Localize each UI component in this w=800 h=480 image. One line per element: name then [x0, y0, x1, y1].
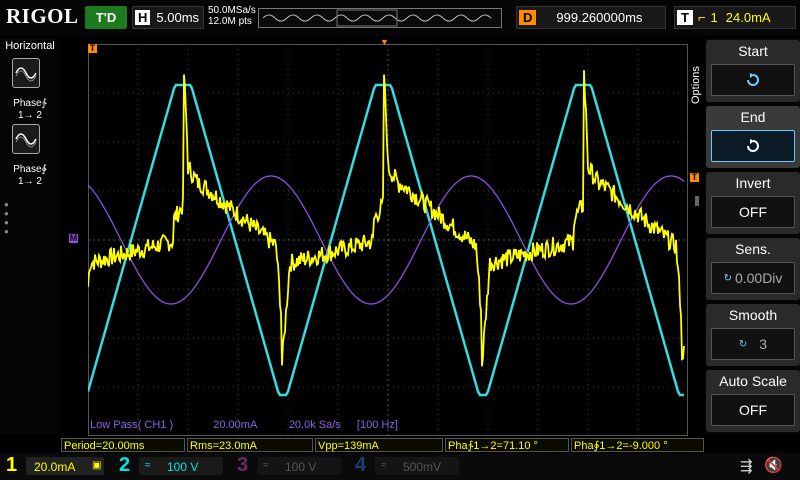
timebase-box[interactable]: H 5.00ms — [132, 6, 204, 29]
menu-sens-title: Sens. — [735, 241, 771, 257]
falling-edge-icon: ⌐ — [697, 10, 706, 25]
channel-4[interactable]: 4 500mV ≈ — [353, 454, 463, 478]
acquisition-info: 50.0MSa/s 12.0M pts — [208, 5, 256, 27]
phase-rising-button[interactable] — [12, 58, 40, 88]
phase-falling-sub: 1→ 2 — [18, 176, 42, 187]
timebase-value: 5.00ms — [156, 10, 200, 25]
horizontal-trigger-marker: ▼ — [380, 37, 389, 47]
left-panel-title: Horizontal — [5, 40, 55, 52]
ch1-scale: 20.0mA — [34, 460, 76, 474]
memory-overview-strip[interactable] — [258, 8, 502, 28]
menu-end-title: End — [740, 109, 766, 125]
menu-start-title: Start — [738, 43, 768, 59]
trigger-position-marker[interactable]: T — [88, 44, 97, 53]
delay-value: 999.260000ms — [556, 10, 643, 25]
horizontal-key: H — [135, 10, 151, 25]
menu-auto-scale[interactable]: Auto Scale OFF — [706, 370, 800, 432]
ch2-number: 2 — [119, 454, 131, 476]
menu-smooth[interactable]: Smooth ↻ 3 — [706, 304, 800, 366]
meas-rms[interactable]: Rms=23.0mA — [187, 438, 313, 452]
phase-falling-icon — [12, 124, 40, 154]
filter-rate: 20.0k Sa/s — [288, 419, 341, 431]
waveform-graticule — [86, 44, 688, 436]
sample-rate: 50.0MSa/s — [208, 5, 256, 16]
ch2-scale: 100 V — [167, 460, 199, 474]
knob-icon: ↻ — [738, 338, 748, 350]
ch4-number: 4 — [355, 454, 367, 476]
channel-1[interactable]: 1 20.0mA ▣ — [4, 454, 108, 478]
menu-autoscale-title: Auto Scale — [719, 373, 787, 389]
ch1-trace — [87, 70, 685, 367]
phase-rising-icon — [12, 58, 40, 88]
phase-falling-button[interactable] — [12, 124, 40, 154]
autoscale-value: OFF — [739, 402, 767, 418]
brand-logo: RIGOL — [6, 4, 79, 28]
trigger-level: 24.0mA — [725, 10, 771, 25]
menu-start[interactable]: Start — [706, 40, 800, 102]
channel-3[interactable]: 3 100 V ≈ — [235, 454, 345, 478]
math-channel-marker[interactable]: M — [69, 234, 78, 243]
smooth-value: 3 — [759, 336, 768, 352]
channel-2[interactable]: 2 100 V ≈ — [117, 454, 227, 478]
menu-sensitivity[interactable]: Sens. ↻ 0.00Div — [706, 238, 800, 300]
autoscale-value-box: OFF — [711, 394, 795, 426]
math-filter-info: Low Pass( CH1 ) 20.00mA 20.0k Sa/s [100 … — [90, 419, 398, 431]
trigger-key: T — [677, 10, 693, 25]
ac-coupling-icon: ≈ — [381, 460, 387, 471]
rotate-icon — [711, 130, 795, 162]
ac-coupling-icon: ≈ — [263, 460, 269, 471]
sens-value-box: ↻ 0.00Div — [711, 262, 795, 294]
trigger-box[interactable]: T ⌐ 1 24.0mA — [674, 6, 796, 29]
speaker-muted-icon[interactable]: 🔇 — [764, 456, 783, 474]
invert-value: OFF — [739, 204, 767, 220]
ac-coupling-icon: ≈ — [145, 460, 151, 471]
right-scroll-tick — [695, 196, 699, 206]
rotate-icon — [711, 64, 795, 96]
ch4-scale: 500mV — [403, 460, 442, 474]
sens-value: 0.00Div — [734, 270, 783, 286]
trigger-status-badge: T'D — [85, 6, 127, 29]
memory-depth: 12.0M pts — [208, 16, 252, 27]
meas-phase-falling[interactable]: Pha∲1→2=-9.000 ° — [571, 438, 704, 452]
menu-end[interactable]: End — [706, 106, 800, 168]
menu-invert[interactable]: Invert OFF — [706, 172, 800, 234]
memory-waveform-preview — [259, 9, 501, 27]
usb-icon: ⇶ — [740, 458, 753, 475]
menu-smooth-title: Smooth — [728, 307, 778, 323]
menu-invert-title: Invert — [735, 175, 771, 191]
meas-vpp[interactable]: Vpp=139mA — [315, 438, 443, 452]
phase-rising-label: Phase∱ — [13, 98, 47, 109]
filter-scale: 20.00mA — [213, 419, 257, 431]
ch1-number: 1 — [6, 454, 18, 476]
meas-period[interactable]: Period=20.00ms — [61, 438, 185, 452]
phase-rising-sub: 1→ 2 — [18, 110, 42, 121]
coupling-icon: ▣ — [92, 460, 102, 471]
scroll-dots: ● ● ● ● — [4, 200, 9, 236]
phase-falling-label: Phase∲ — [13, 164, 47, 175]
options-tab[interactable]: Options — [690, 66, 702, 104]
delay-box[interactable]: D 999.260000ms — [516, 6, 666, 29]
smooth-value-box: ↻ 3 — [711, 328, 795, 360]
invert-value-box: OFF — [711, 196, 795, 228]
trigger-source: 1 — [710, 10, 718, 25]
filter-cutoff: [100 Hz] — [356, 419, 398, 431]
ch3-scale: 100 V — [285, 460, 317, 474]
trigger-level-marker[interactable]: T — [690, 173, 699, 182]
waveform-display[interactable] — [86, 44, 688, 436]
meas-phase-rising[interactable]: Pha∱1→2=71.10 ° — [445, 438, 569, 452]
knob-icon: ↻ — [723, 272, 732, 284]
filter-name: Low Pass( CH1 ) — [90, 419, 174, 431]
ch3-number: 3 — [237, 454, 249, 476]
delay-key: D — [519, 10, 537, 25]
